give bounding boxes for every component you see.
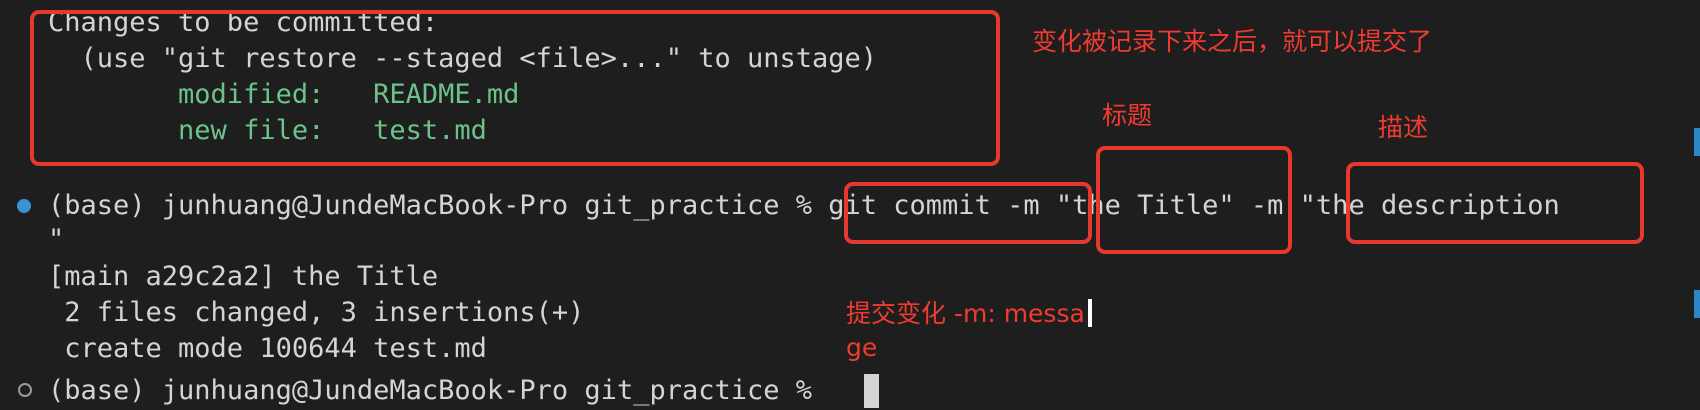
staged-note: 变化被记录下来之后，就可以提交了 (1032, 27, 1433, 56)
create-mode: create mode 100644 test.md (48, 333, 487, 364)
terminal-cursor (864, 374, 879, 408)
prompt-1: (base) junhuang@JundeMacBook-Pro git_pra… (48, 190, 829, 221)
prompt-idle-icon[interactable] (18, 383, 32, 397)
command-wrap: " (48, 224, 65, 255)
staged-changes-box (30, 10, 1000, 166)
scroll-marker-top[interactable] (1694, 128, 1700, 156)
title-box (1096, 146, 1292, 254)
command-success-icon[interactable] (17, 199, 31, 213)
commit-result: [main a29c2a2] the Title (48, 261, 439, 292)
commit-note-line1: 提交变化 -m: messa (846, 298, 1092, 330)
description-note: 描述 (1378, 113, 1429, 142)
commit-note-line2: ge (846, 333, 878, 362)
scroll-marker-bottom[interactable] (1694, 290, 1700, 318)
commit-note-text: 提交变化 -m: messa (846, 299, 1085, 328)
prompt-2: (base) junhuang@JundeMacBook-Pro git_pra… (48, 375, 829, 406)
command-line: (base) junhuang@JundeMacBook-Pro git_pra… (48, 189, 1560, 223)
files-changed: 2 files changed, 3 insertions(+) (48, 297, 585, 328)
text-caret (1087, 299, 1092, 327)
title-note: 标题 (1102, 101, 1153, 130)
command-box (844, 182, 1092, 244)
description-box (1346, 162, 1644, 244)
